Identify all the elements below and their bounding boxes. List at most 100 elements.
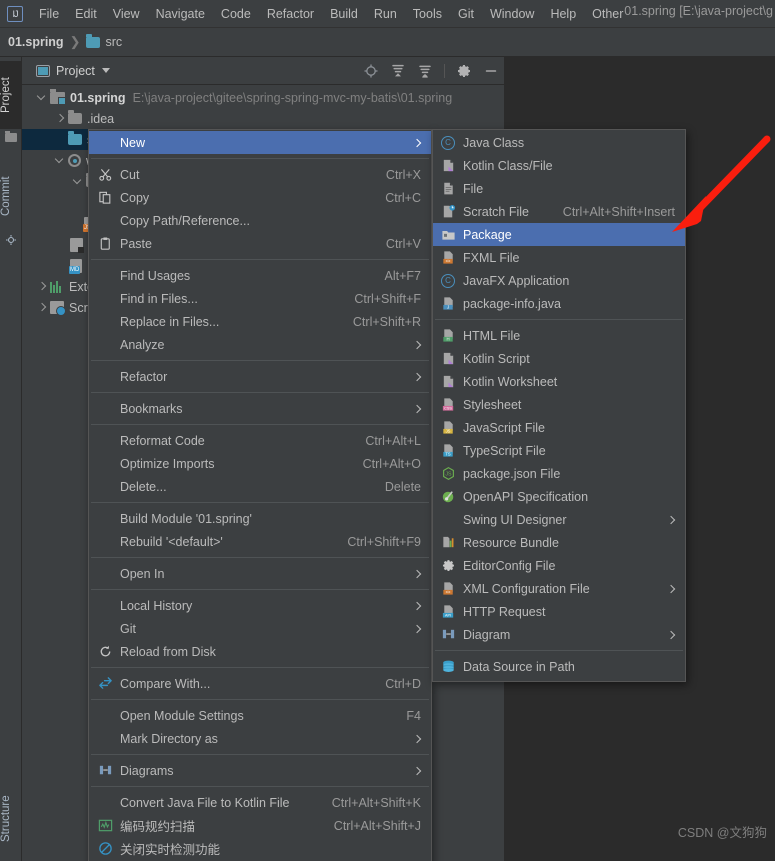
menu-item-delete[interactable]: Delete... Delete — [89, 475, 431, 498]
menu-file[interactable]: File — [31, 4, 67, 24]
svg-text:CSS: CSS — [444, 407, 452, 411]
scratches-icon — [50, 301, 66, 316]
submenu-item-package-info-java[interactable]: J package-info.java — [433, 292, 685, 315]
svg-text:<>: <> — [445, 259, 450, 264]
resource-bundle-icon — [440, 535, 456, 551]
svg-text:API: API — [445, 614, 451, 618]
submenu-item-file[interactable]: File — [433, 177, 685, 200]
submenu-item-resource-bundle[interactable]: Resource Bundle — [433, 531, 685, 554]
menu-item-analyze[interactable]: Analyze — [89, 333, 431, 356]
menu-item-find-usages[interactable]: Find Usages Alt+F7 — [89, 264, 431, 287]
submenu-item-kotlin-class-file[interactable]: Kotlin Class/File — [433, 154, 685, 177]
menu-window[interactable]: Window — [482, 4, 542, 24]
submenu-item-openapi-specification[interactable]: OpenAPI Specification — [433, 485, 685, 508]
menu-refactor[interactable]: Refactor — [259, 4, 322, 24]
submenu-item-swing-ui-designer[interactable]: Swing UI Designer — [433, 508, 685, 531]
resource-folder-icon — [68, 154, 81, 167]
chevron-right-icon — [413, 624, 421, 634]
collapse-all-icon[interactable] — [417, 63, 433, 79]
submenu-item-diagram[interactable]: Diagram — [433, 623, 685, 646]
menu-item-open-module-settings[interactable]: Open Module Settings F4 — [89, 704, 431, 727]
menu-item-optimize-imports[interactable]: Optimize Imports Ctrl+Alt+O — [89, 452, 431, 475]
chevron-right-icon[interactable] — [36, 302, 48, 314]
submenu-item-fxml-file[interactable]: <> FXML File — [433, 246, 685, 269]
menu-item-copy-path-reference[interactable]: Copy Path/Reference... — [89, 209, 431, 232]
menu-item-convert-java-to-kotlin[interactable]: Convert Java File to Kotlin File Ctrl+Al… — [89, 791, 431, 814]
menu-item-disable-realtime-check[interactable]: 关闭实时检测功能 — [89, 837, 431, 860]
submenu-item-javascript-file[interactable]: JS JavaScript File — [433, 416, 685, 439]
menu-view[interactable]: View — [105, 4, 148, 24]
submenu-item-java-class[interactable]: C Java Class — [433, 131, 685, 154]
tree-node-module[interactable]: 01.spring E:\java-project\gitee\spring-s… — [22, 87, 505, 108]
submenu-item-data-source-in-path[interactable]: Data Source in Path — [433, 655, 685, 678]
chevron-down-icon[interactable] — [101, 68, 110, 73]
svg-text:JS: JS — [445, 472, 452, 478]
menu-item-rebuild[interactable]: Rebuild '<default>' Ctrl+Shift+F9 — [89, 530, 431, 553]
tree-node-idea[interactable]: .idea — [22, 108, 505, 129]
menu-item-icon-placeholder — [97, 598, 113, 614]
tool-tab-structure[interactable]: Structure — [0, 781, 22, 857]
menu-build[interactable]: Build — [322, 4, 366, 24]
menu-tools[interactable]: Tools — [405, 4, 450, 24]
submenu-separator — [435, 650, 683, 651]
submenu-item-package-json-file[interactable]: JS package.json File — [433, 462, 685, 485]
chevron-right-icon[interactable] — [54, 113, 66, 125]
xml-file-icon: <> — [440, 581, 456, 597]
submenu-item-kotlin-script[interactable]: Kotlin Script — [433, 347, 685, 370]
diagram-icon — [440, 627, 456, 643]
menu-item-compare-with[interactable]: Compare With... Ctrl+D — [89, 672, 431, 695]
menu-item-mark-directory-as[interactable]: Mark Directory as — [89, 727, 431, 750]
menu-item-diagrams[interactable]: Diagrams — [89, 759, 431, 782]
menu-item-label: Open Module Settings — [120, 708, 244, 723]
submenu-item-javafx-application[interactable]: C JavaFX Application — [433, 269, 685, 292]
submenu-item-package[interactable]: Package — [433, 223, 685, 246]
chevron-down-icon[interactable] — [36, 92, 48, 104]
submenu-item-xml-configuration-file[interactable]: <> XML Configuration File — [433, 577, 685, 600]
menu-run[interactable]: Run — [366, 4, 405, 24]
menu-item-git[interactable]: Git — [89, 617, 431, 640]
menu-item-new[interactable]: New — [89, 131, 431, 154]
menu-item-refactor[interactable]: Refactor — [89, 365, 431, 388]
submenu-item-kotlin-worksheet[interactable]: Kotlin Worksheet — [433, 370, 685, 393]
submenu-item-stylesheet[interactable]: CSS Stylesheet — [433, 393, 685, 416]
submenu-item-http-request[interactable]: API HTTP Request — [433, 600, 685, 623]
breadcrumb-src[interactable]: src — [105, 35, 122, 49]
menu-item-icon-placeholder — [97, 291, 113, 307]
menu-help[interactable]: Help — [542, 4, 584, 24]
menu-item-paste[interactable]: Paste Ctrl+V — [89, 232, 431, 255]
intellij-logo-icon: IJ — [7, 5, 23, 22]
locate-icon[interactable] — [363, 63, 379, 79]
menu-item-local-history[interactable]: Local History — [89, 594, 431, 617]
menu-item-open-in[interactable]: Open In — [89, 562, 431, 585]
menu-item-label: 关闭实时检测功能 — [120, 843, 221, 857]
tool-tab-commit[interactable]: Commit — [0, 161, 22, 231]
menu-navigate[interactable]: Navigate — [148, 4, 213, 24]
tool-tab-project[interactable]: Project — [0, 61, 22, 129]
menu-edit[interactable]: Edit — [67, 4, 105, 24]
menu-item-bookmarks[interactable]: Bookmarks — [89, 397, 431, 420]
breadcrumb-project[interactable]: 01.spring — [8, 35, 64, 49]
menu-item-find-in-files[interactable]: Find in Files... Ctrl+Shift+F — [89, 287, 431, 310]
chevron-down-icon[interactable] — [54, 155, 66, 167]
menu-item-reload-from-disk[interactable]: Reload from Disk — [89, 640, 431, 663]
menu-item-replace-in-files[interactable]: Replace in Files... Ctrl+Shift+R — [89, 310, 431, 333]
settings-gear-icon[interactable] — [456, 63, 472, 79]
expand-all-icon[interactable] — [390, 63, 406, 79]
hide-panel-icon[interactable] — [483, 63, 499, 79]
submenu-item-typescript-file[interactable]: TS TypeScript File — [433, 439, 685, 462]
menu-code[interactable]: Code — [213, 4, 259, 24]
menu-item-copy[interactable]: Copy Ctrl+C — [89, 186, 431, 209]
menu-item-label: 编码规约扫描 — [120, 820, 196, 834]
menu-item-reformat-code[interactable]: Reformat Code Ctrl+Alt+L — [89, 429, 431, 452]
watermark-text: CSDN @文狗狗 — [677, 826, 767, 840]
submenu-item-html-file[interactable]: H HTML File — [433, 324, 685, 347]
menu-item-build-module[interactable]: Build Module '01.spring' — [89, 507, 431, 530]
submenu-item-scratch-file[interactable]: Scratch File Ctrl+Alt+Shift+Insert — [433, 200, 685, 223]
chevron-right-icon[interactable] — [36, 281, 48, 293]
chevron-right-icon — [413, 372, 421, 382]
menu-item-cut[interactable]: Cut Ctrl+X — [89, 163, 431, 186]
menu-git[interactable]: Git — [450, 4, 482, 24]
chevron-down-icon[interactable] — [72, 176, 84, 188]
menu-item-code-scan[interactable]: 编码规约扫描 Ctrl+Alt+Shift+J — [89, 814, 431, 837]
submenu-item-editorconfig-file[interactable]: EditorConfig File — [433, 554, 685, 577]
